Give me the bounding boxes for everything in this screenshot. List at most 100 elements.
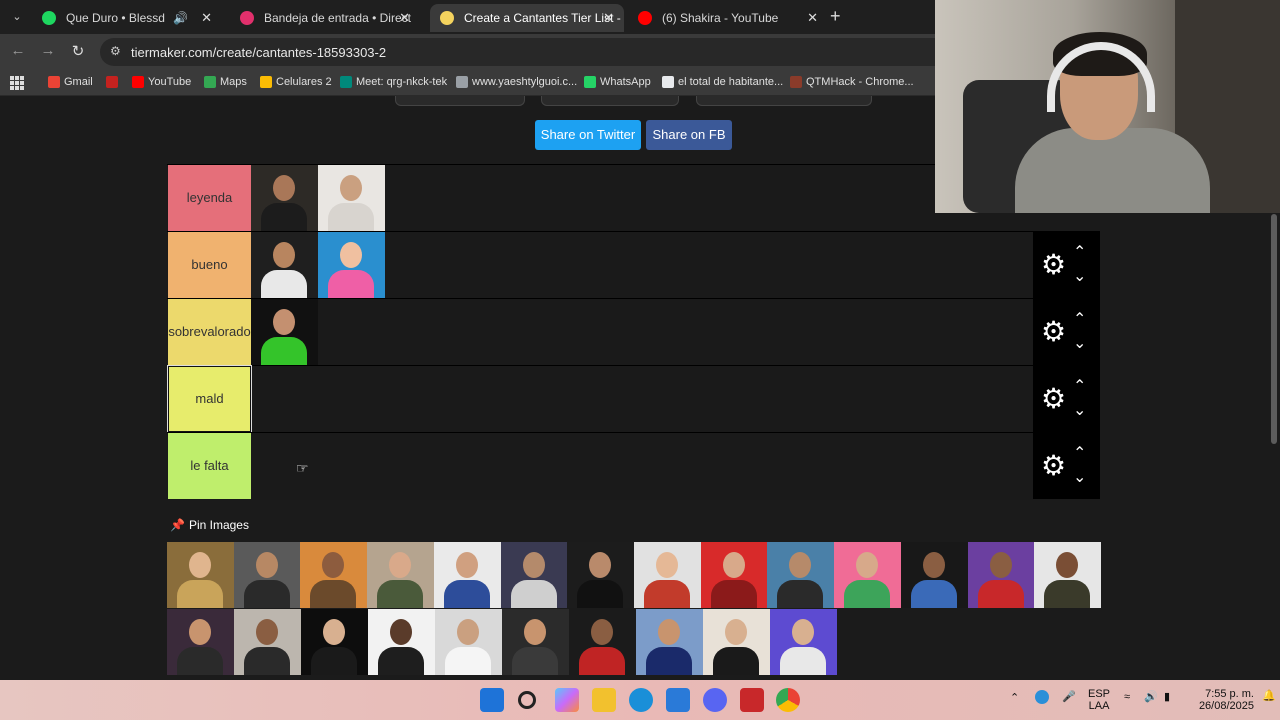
artist-image[interactable] xyxy=(435,609,502,675)
chevron-up-icon[interactable]: ⌃ xyxy=(1073,242,1086,262)
chevron-down-icon[interactable]: ⌄ xyxy=(1073,333,1086,353)
artist-image[interactable] xyxy=(1034,542,1102,608)
bookmark-item[interactable]: QTMHack - Chrome... xyxy=(790,76,914,88)
artist-image[interactable] xyxy=(967,542,1035,608)
notification-bell-icon[interactable]: 🔔 xyxy=(1262,690,1276,702)
tier-label[interactable]: mald xyxy=(167,365,252,433)
artist-image[interactable] xyxy=(318,232,385,298)
bookmark-item[interactable]: Gmail xyxy=(48,76,93,88)
chevron-up-icon[interactable]: ⌃ xyxy=(1073,309,1086,329)
gear-icon[interactable]: ⚙ xyxy=(1041,452,1066,480)
tier-items[interactable] xyxy=(251,232,385,298)
artist-image[interactable] xyxy=(500,542,568,608)
url-text[interactable]: tiermaker.com/create/cantantes-18593303-… xyxy=(131,45,386,60)
chevron-up-icon[interactable]: ⌃ xyxy=(1073,376,1086,396)
copilot-icon[interactable] xyxy=(555,688,579,712)
new-tab-button[interactable]: + xyxy=(830,6,841,27)
bookmark-item[interactable]: www.yaeshtylguoi.c... xyxy=(456,76,577,88)
tab-close-icon[interactable]: ✕ xyxy=(201,4,212,32)
bookmark-item[interactable]: Celulares 2 xyxy=(260,76,332,88)
top-button-fragment[interactable] xyxy=(696,96,872,106)
top-button-fragment[interactable] xyxy=(541,96,679,106)
artist-image[interactable] xyxy=(251,165,318,231)
artist-image[interactable] xyxy=(300,542,368,608)
microphone-icon[interactable]: 🎤 xyxy=(1062,691,1076,703)
pin-images-heading[interactable]: 📌 Pin Images xyxy=(170,518,249,532)
artist-image[interactable] xyxy=(234,609,301,675)
back-arrow-icon[interactable]: ← xyxy=(8,42,28,59)
artist-image[interactable] xyxy=(167,609,234,675)
artist-image[interactable] xyxy=(767,542,835,608)
artist-image[interactable] xyxy=(502,609,569,675)
onedrive-icon[interactable] xyxy=(1035,690,1049,704)
chevron-up-icon[interactable]: ⌃ xyxy=(1073,443,1086,463)
scrollbar-thumb[interactable] xyxy=(1271,214,1277,444)
artist-image[interactable] xyxy=(251,299,318,365)
language-indicator[interactable]: ESP LAA xyxy=(1088,688,1110,712)
tab-close-icon[interactable]: ✕ xyxy=(807,4,818,32)
bookmark-item[interactable]: WhatsApp xyxy=(584,76,651,88)
artist-image[interactable] xyxy=(703,609,770,675)
artist-image[interactable] xyxy=(251,232,318,298)
tier-label[interactable]: leyenda xyxy=(168,165,251,231)
tier-label[interactable]: le falta xyxy=(168,433,251,499)
bookmark-item[interactable]: el total de habitante... xyxy=(662,76,783,88)
artist-image[interactable] xyxy=(700,542,768,608)
bookmark-item[interactable]: YouTube xyxy=(132,76,191,88)
wifi-icon[interactable]: ≈ xyxy=(1124,691,1130,703)
gear-icon[interactable]: ⚙ xyxy=(1041,385,1066,413)
browser-tab[interactable]: Create a Cantantes Tier List - Ti ✕ xyxy=(430,4,624,32)
artist-image[interactable] xyxy=(900,542,968,608)
store-icon[interactable] xyxy=(666,688,690,712)
tier-items[interactable] xyxy=(251,299,318,365)
voicemeeter-icon[interactable] xyxy=(740,688,764,712)
artist-image[interactable] xyxy=(433,542,501,608)
artist-image[interactable] xyxy=(301,609,368,675)
share-twitter-button[interactable]: Share on Twitter xyxy=(535,120,641,150)
tray-chevron-up-icon[interactable]: ⌃ xyxy=(1010,692,1019,704)
windows-start-icon[interactable] xyxy=(480,688,504,712)
bookmark-item[interactable]: Meet: qrg-nkck-tek xyxy=(340,76,447,88)
artist-image[interactable] xyxy=(834,542,901,608)
artist-image[interactable] xyxy=(569,609,636,675)
file-explorer-icon[interactable] xyxy=(592,688,616,712)
artist-image[interactable] xyxy=(167,542,234,608)
share-fb-button[interactable]: Share on FB xyxy=(646,120,732,150)
browser-tab[interactable]: (6) Shakira - YouTube ✕ xyxy=(628,4,828,32)
artist-image[interactable] xyxy=(367,542,434,608)
artist-image[interactable] xyxy=(567,542,635,608)
artist-image[interactable] xyxy=(770,609,837,675)
battery-icon[interactable]: ▮ xyxy=(1164,691,1170,703)
tab-close-icon[interactable]: ✕ xyxy=(399,4,410,32)
reload-icon[interactable]: ↻ xyxy=(68,42,88,60)
browser-tab[interactable]: Que Duro • Blessd ✕ 🔊 xyxy=(32,4,222,32)
browser-tab[interactable]: Bandeja de entrada • Direct ✕ xyxy=(230,4,420,32)
tab-audio-icon[interactable]: 🔊 xyxy=(173,4,188,32)
tab-search-chevron-icon[interactable]: ⌄ xyxy=(6,7,28,27)
search-icon[interactable] xyxy=(518,691,536,709)
gear-icon[interactable]: ⚙ xyxy=(1041,318,1066,346)
tier-label[interactable]: bueno xyxy=(168,232,251,298)
site-info-icon[interactable]: ⚙ xyxy=(110,44,121,58)
chevron-down-icon[interactable]: ⌄ xyxy=(1073,266,1086,286)
forward-arrow-icon[interactable]: → xyxy=(38,42,58,59)
edge-icon[interactable] xyxy=(629,688,653,712)
discord-icon[interactable] xyxy=(703,688,727,712)
artist-image[interactable] xyxy=(318,165,385,231)
chevron-down-icon[interactable]: ⌄ xyxy=(1073,467,1086,487)
artist-image[interactable] xyxy=(368,609,435,675)
top-button-fragment[interactable] xyxy=(395,96,525,106)
artist-image[interactable] xyxy=(233,542,301,608)
bookmark-item[interactable]: Maps xyxy=(204,76,247,88)
volume-icon[interactable]: 🔊 xyxy=(1144,691,1158,703)
clock[interactable]: 7:55 p. m. 26/08/2025 xyxy=(1192,688,1254,712)
chevron-down-icon[interactable]: ⌄ xyxy=(1073,400,1086,420)
tier-label[interactable]: sobrevalorado xyxy=(168,299,251,365)
chrome-icon[interactable] xyxy=(776,688,800,712)
artist-image[interactable] xyxy=(636,609,703,675)
apps-grid-icon[interactable] xyxy=(10,76,24,90)
tab-close-icon[interactable]: ✕ xyxy=(603,4,614,32)
gear-icon[interactable]: ⚙ xyxy=(1041,251,1066,279)
tier-items[interactable] xyxy=(251,165,385,231)
artist-image[interactable] xyxy=(634,542,701,608)
